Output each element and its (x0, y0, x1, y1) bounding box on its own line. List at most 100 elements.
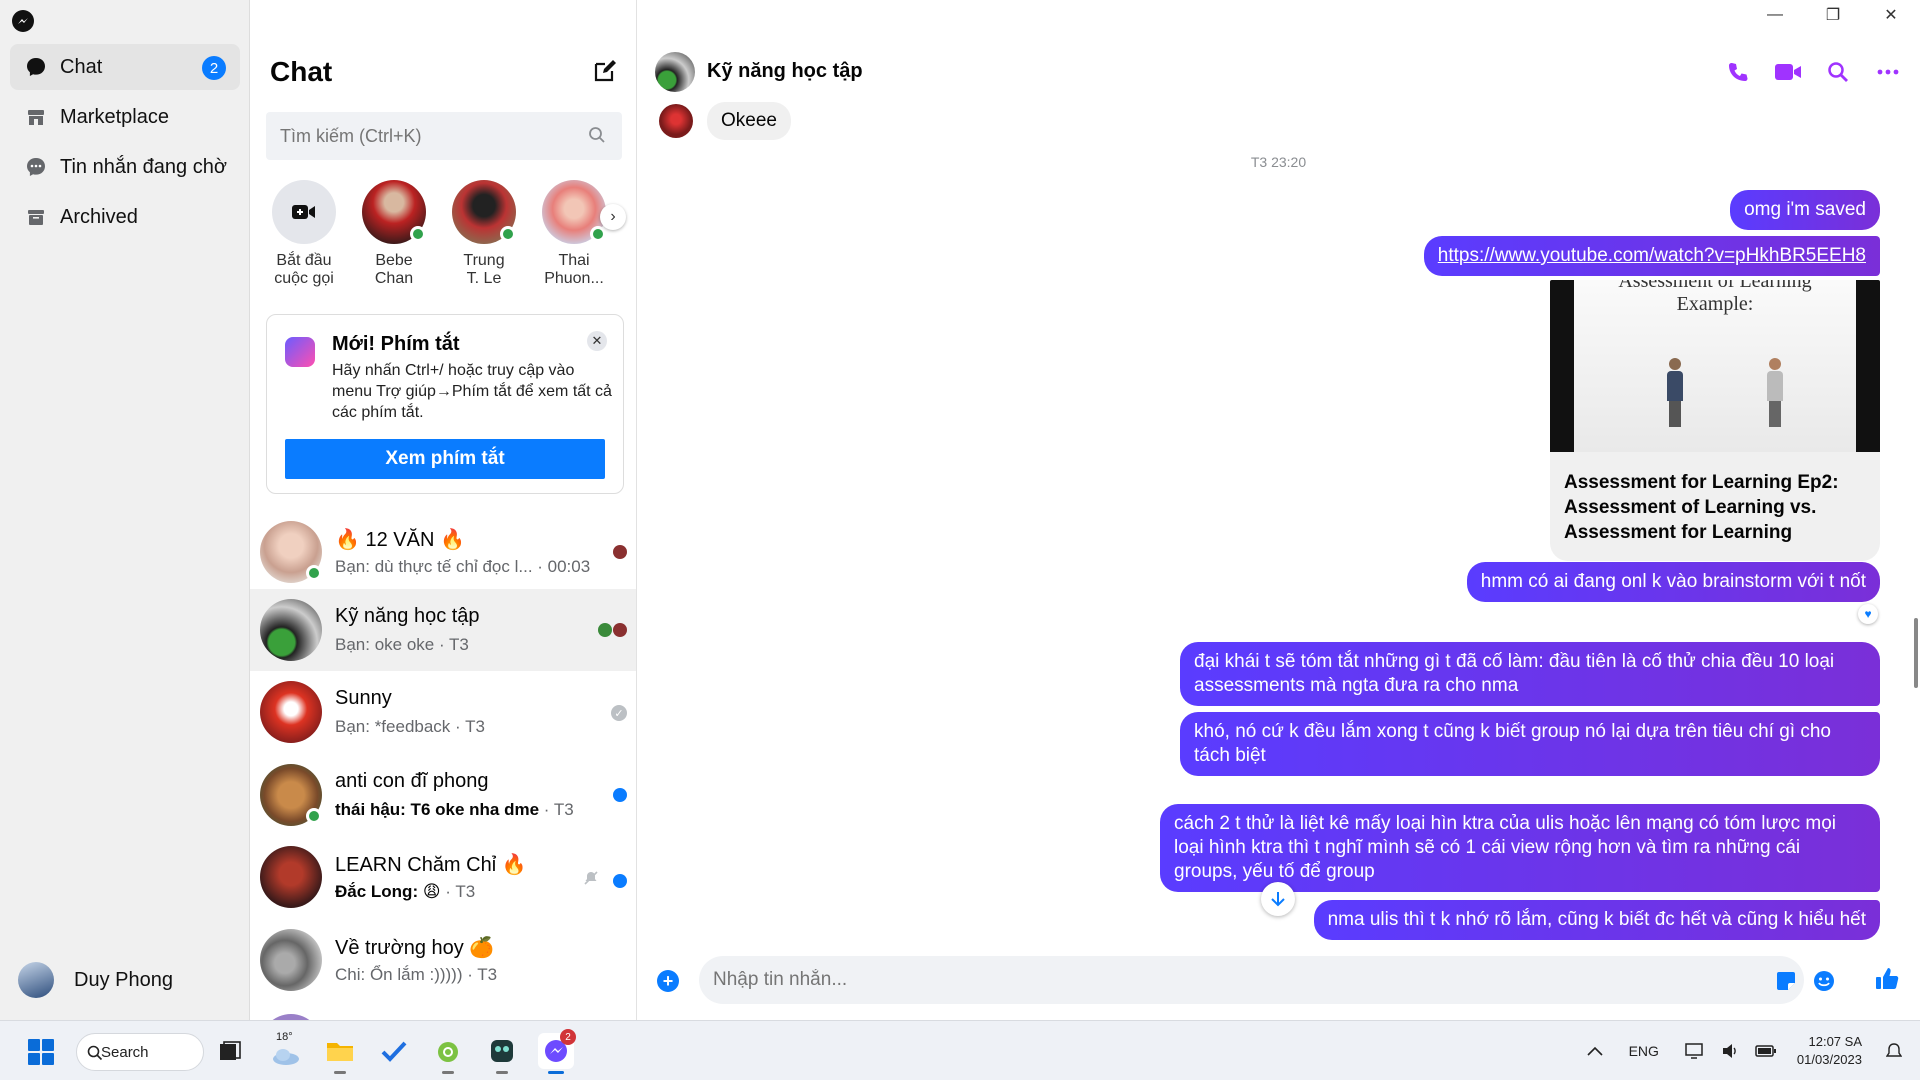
search-icon[interactable] (1824, 58, 1852, 86)
avatar (260, 521, 322, 583)
search-icon (588, 126, 608, 146)
scrollbar[interactable] (1914, 618, 1918, 688)
current-user[interactable]: Duy Phong (18, 962, 173, 998)
keyboard-icon (285, 337, 315, 367)
coc-coc-browser-icon[interactable] (430, 1033, 466, 1074)
heart-reaction-icon[interactable]: ♥ (1858, 604, 1878, 624)
restore-icon[interactable]: ❐ (1804, 0, 1862, 30)
story-contact[interactable]: Trung T. Le (440, 180, 528, 288)
outgoing-message[interactable]: hmm có ai đang onl k vào brainstorm với … (1466, 562, 1880, 602)
scroll-to-bottom-button[interactable] (1261, 882, 1295, 916)
search-field[interactable] (266, 112, 622, 160)
nav-item-chat[interactable]: Chat 2 (10, 44, 240, 90)
sticker-icon[interactable] (1775, 970, 1797, 992)
notification-icon[interactable] (1886, 1042, 1902, 1060)
conversation-preview: thái hậu: T6 oke nha dme · T3 (335, 800, 574, 819)
outgoing-message[interactable]: https://www.youtube.com/watch?v=pHkhBR5E… (1423, 236, 1880, 276)
message-composer: + (637, 956, 1920, 1006)
system-clock[interactable]: 12:07 SA 01/03/2023 (1797, 1033, 1862, 1069)
avatar (18, 962, 54, 998)
tip-title: Mới! Phím tắt (332, 333, 460, 355)
conversation-item[interactable]: Sunny Bạn: *feedback · T3 ✓ (250, 671, 636, 753)
network-icon[interactable] (1685, 1042, 1705, 1060)
weather-widget-icon[interactable]: 18° (268, 1031, 304, 1069)
message-timestamp: T3 23:20 (1250, 154, 1307, 170)
video-camera-icon[interactable] (1774, 58, 1802, 86)
link-preview-card[interactable]: Assessment of Learning Example: Assessme… (1550, 280, 1880, 561)
nav-item-message-requests[interactable]: Tin nhắn đang chờ (10, 144, 240, 190)
search-input[interactable] (280, 125, 588, 147)
avatar (260, 846, 322, 908)
conversation-title[interactable]: Kỹ năng học tập (707, 60, 863, 83)
nav-item-marketplace[interactable]: Marketplace (10, 94, 240, 140)
conversation-item[interactable]: Kỹ năng học tập Bạn: oke oke · T3 (250, 589, 636, 671)
conversation-item[interactable]: LEARN Chăm Chỉ 🔥 Đắc Long: 😩 · T3 (250, 836, 636, 918)
close-icon[interactable]: ✕ (1862, 0, 1920, 30)
volume-icon[interactable] (1721, 1043, 1739, 1059)
conversation-panel: — ❐ ✕ Kỹ năng học tập Okeee T3 23:20 omg… (637, 0, 1920, 1020)
close-icon[interactable]: ✕ (587, 331, 607, 351)
language-indicator[interactable]: ENG (1629, 1043, 1659, 1059)
conversation-item[interactable]: 🔥 12 VĂN 🔥 Bạn: dù thực tế chỉ đọc l... … (250, 511, 636, 593)
todo-app-icon[interactable] (376, 1033, 412, 1069)
user-name: Duy Phong (74, 968, 173, 991)
chevron-up-icon[interactable] (1587, 1046, 1603, 1056)
messenger-app-icon[interactable]: 2 (538, 1029, 576, 1074)
outgoing-message[interactable]: omg i'm saved (1730, 190, 1880, 230)
more-options-icon[interactable] (1874, 58, 1902, 86)
new-message-icon[interactable] (592, 58, 618, 84)
conversation-name: Sunny (335, 687, 392, 709)
battery-icon[interactable] (1755, 1044, 1777, 1058)
story-label: Thai Phuon... (544, 252, 604, 287)
story-contact[interactable]: Thai Phuon... (530, 180, 618, 288)
search-icon (87, 1045, 103, 1061)
chat-list-panel: Chat Bắt đầu cuộc gọi Bebe Chan Trung T.… (250, 0, 637, 1020)
thumbs-up-icon[interactable] (1874, 966, 1902, 994)
taskbar-badge: 2 (560, 1029, 576, 1045)
outgoing-message[interactable]: cách 2 t thử là liệt kê mấy loại hìn ktr… (1160, 804, 1880, 892)
conversation-item[interactable]: anti con đĩ phong thái hậu: T6 oke nha d… (250, 754, 636, 836)
emoji-icon[interactable] (1813, 970, 1835, 992)
clock-date: 01/03/2023 (1796, 1052, 1862, 1067)
unread-dot (613, 788, 627, 802)
avatar (362, 180, 426, 244)
tip-body: Hãy nhấn Ctrl+/ hoặc truy cập vào menu T… (332, 362, 612, 421)
youtube-link[interactable]: https://www.youtube.com/watch?v=pHkhBR5E… (1438, 245, 1866, 266)
outgoing-message[interactable]: khó, nó cứ k đều lắm xong t cũng k biết … (1180, 712, 1880, 776)
message-input[interactable] (699, 956, 1804, 1004)
plus-icon[interactable]: + (657, 970, 679, 992)
muted-bell-icon (583, 870, 599, 891)
unread-badge: 2 (202, 56, 226, 80)
system-tray: ENG 12:07 SA 01/03/2023 (1579, 1021, 1920, 1080)
chevron-right-icon[interactable]: › (600, 204, 626, 230)
incoming-message[interactable]: Okeee (707, 102, 791, 140)
conversation-preview: Bạn: oke oke · T3 (335, 635, 469, 654)
file-explorer-icon[interactable] (322, 1033, 358, 1074)
start-call-story[interactable]: Bắt đầu cuộc gọi (260, 180, 348, 288)
story-contact[interactable]: Bebe Chan (350, 180, 438, 288)
phone-icon[interactable] (1724, 58, 1752, 86)
avatar[interactable] (655, 52, 695, 92)
outgoing-message[interactable]: nma ulis thì t k nhớ rõ lắm, cũng k biết… (1313, 900, 1880, 940)
conversation-item[interactable]: Về trường hoy 🍊 Chi: Ổn lắm :))))) · T3 (250, 919, 636, 1001)
active-contacts-row: Bắt đầu cuộc gọi Bebe Chan Trung T. Le T… (260, 180, 630, 300)
nav-item-archived[interactable]: Archived (10, 194, 240, 240)
minimize-icon[interactable]: — (1746, 0, 1804, 30)
weather-temperature: 18° (276, 1031, 293, 1043)
view-shortcuts-button[interactable]: Xem phím tắt (285, 439, 605, 479)
incoming-message-row: Okeee (659, 102, 791, 140)
conversation-preview: Đắc Long: 😩 · T3 (335, 882, 476, 901)
video-thumbnail: Assessment of Learning Example: (1550, 280, 1880, 452)
header-actions (1724, 58, 1902, 86)
conversation-name: Kỹ năng học tập (335, 605, 480, 627)
taskbar-search[interactable]: Search (76, 1033, 204, 1071)
avatar (260, 681, 322, 743)
conversation-preview: Bạn: *feedback · T3 (335, 717, 485, 736)
figure-illustration (1766, 358, 1784, 428)
windows-start-icon[interactable] (28, 1039, 54, 1065)
app-icon[interactable] (484, 1033, 520, 1074)
seen-avatars (598, 623, 627, 637)
conversation-item[interactable] (250, 1004, 636, 1020)
task-view-icon[interactable] (212, 1033, 248, 1069)
outgoing-message[interactable]: đại khái t sẽ tóm tắt những gì t đã cố l… (1180, 642, 1880, 706)
